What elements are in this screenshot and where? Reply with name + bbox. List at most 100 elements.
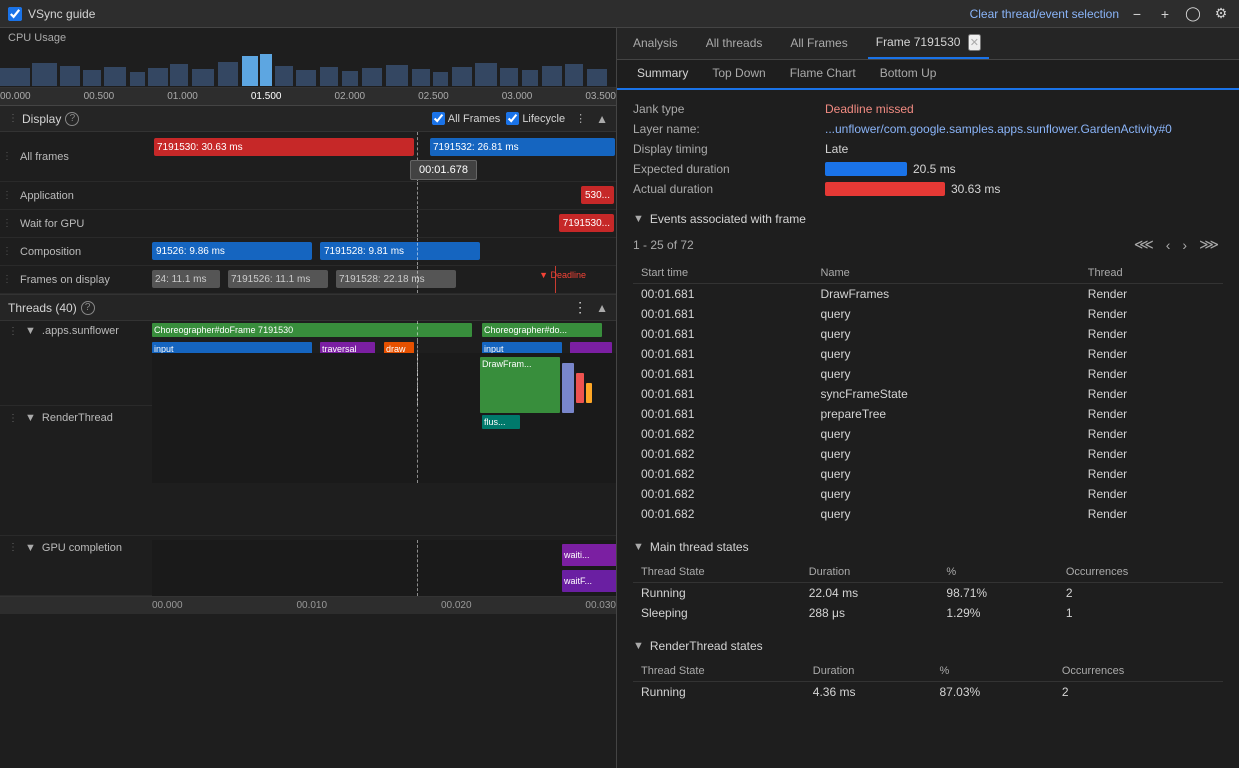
tab-close-button[interactable]: ✕ bbox=[968, 34, 981, 51]
all-frames-checkbox[interactable] bbox=[432, 112, 445, 125]
waiti-bar[interactable]: waiti... bbox=[562, 544, 616, 566]
subtab-summary[interactable]: Summary bbox=[625, 60, 700, 90]
collapse-display-button[interactable]: ▲ bbox=[596, 112, 608, 126]
sunflower-name: .apps.sunflower bbox=[42, 325, 119, 337]
actual-duration-bar bbox=[825, 182, 945, 196]
colored-bar-1[interactable] bbox=[562, 363, 574, 413]
render-state-pct: 87.03% bbox=[931, 682, 1053, 703]
display-title: Display ? bbox=[22, 112, 79, 126]
first-page-button[interactable]: ⋘ bbox=[1130, 234, 1158, 255]
state-pct: 1.29% bbox=[938, 603, 1057, 623]
main-states-toggle[interactable]: ▼ bbox=[633, 541, 644, 553]
colored-bar-2[interactable] bbox=[576, 373, 584, 403]
gpu-header: ⋮ ▼ GPU completion waiti... waitF... bbox=[0, 536, 616, 596]
flush-bar[interactable]: flus... bbox=[482, 415, 520, 429]
display-section: ⋮ Display ? All Frames Lifecycle ⋮ ▲ bbox=[0, 106, 616, 295]
frames-display-content[interactable]: 24: 11.1 ms 7191526: 11.1 ms 7191528: 22… bbox=[152, 266, 616, 293]
threads-menu-button[interactable]: ⋮ bbox=[570, 298, 590, 318]
event-row[interactable]: 00:01.681syncFrameStateRender bbox=[633, 384, 1223, 404]
event-thread: Render bbox=[1080, 284, 1223, 305]
chore-bar-2[interactable]: Choreographer#do... bbox=[482, 323, 602, 337]
subtab-bottomup[interactable]: Bottom Up bbox=[868, 60, 949, 90]
event-thread: Render bbox=[1080, 324, 1223, 344]
event-name: DrawFrames bbox=[812, 284, 1079, 305]
event-name: query bbox=[812, 344, 1079, 364]
render-states-table: Thread State Duration % Occurrences Runn… bbox=[633, 661, 1223, 702]
wait-gpu-label: ⋮ Wait for GPU bbox=[0, 218, 152, 230]
tab-all-threads[interactable]: All threads bbox=[698, 30, 771, 58]
subtab-flamechart[interactable]: Flame Chart bbox=[778, 60, 868, 90]
colored-bar-3[interactable] bbox=[586, 383, 592, 403]
event-row[interactable]: 00:01.681queryRender bbox=[633, 324, 1223, 344]
wait-gpu-content[interactable]: 7191530... bbox=[152, 210, 616, 237]
tab-analysis[interactable]: Analysis bbox=[625, 30, 686, 58]
render-content[interactable]: DrawFram... flus... bbox=[152, 353, 616, 483]
all-frames-content[interactable]: 7191530: 30.63 ms 7191532: 26.81 ms 00:0… bbox=[152, 132, 616, 181]
expected-duration-container: 20.5 ms bbox=[825, 162, 1223, 176]
event-row[interactable]: 00:01.681queryRender bbox=[633, 344, 1223, 364]
lifecycle-checkbox[interactable] bbox=[506, 112, 519, 125]
event-row[interactable]: 00:01.681DrawFramesRender bbox=[633, 284, 1223, 305]
fd-bar-2[interactable]: 7191526: 11.1 ms bbox=[228, 270, 328, 288]
frame-bar-red[interactable]: 7191530: 30.63 ms bbox=[154, 138, 414, 156]
last-page-button[interactable]: ⋙ bbox=[1195, 234, 1223, 255]
threads-help-icon[interactable]: ? bbox=[81, 301, 95, 315]
sunflower-content[interactable]: Choreographer#doFrame 7191530 Choreograp… bbox=[152, 321, 616, 341]
event-row[interactable]: 00:01.681prepareTreeRender bbox=[633, 404, 1223, 424]
layer-name-value: ...unflower/com.google.samples.apps.sunf… bbox=[825, 122, 1223, 136]
wait-gpu-bar[interactable]: 7191530... bbox=[559, 214, 614, 232]
application-content[interactable]: 530... bbox=[152, 182, 616, 209]
top-bar-right: Clear thread/event selection − + ◯ ⚙ bbox=[970, 4, 1231, 24]
event-row[interactable]: 00:01.681queryRender bbox=[633, 364, 1223, 384]
fd-bar-3[interactable]: 7191528: 22.18 ms bbox=[336, 270, 456, 288]
cursor-line-sf bbox=[417, 321, 418, 341]
app-bar[interactable]: 530... bbox=[581, 186, 614, 204]
display-controls: All Frames Lifecycle ⋮ ▲ bbox=[432, 112, 608, 126]
drawframe-bar[interactable]: DrawFram... bbox=[480, 357, 560, 413]
fd-bar-1[interactable]: 24: 11.1 ms bbox=[152, 270, 220, 288]
drag-handle[interactable]: ⋮ bbox=[8, 113, 18, 124]
vsync-checkbox[interactable] bbox=[8, 7, 22, 21]
minimize-icon[interactable]: − bbox=[1127, 4, 1147, 24]
event-row[interactable]: 00:01.682queryRender bbox=[633, 484, 1223, 504]
prev-page-button[interactable]: ‹ bbox=[1162, 234, 1175, 255]
composition-content[interactable]: 91526: 9.86 ms 7191528: 9.81 ms bbox=[152, 238, 616, 265]
lifecycle-menu-button[interactable]: ⋮ bbox=[571, 112, 590, 125]
col-start-time: Start time bbox=[633, 263, 812, 284]
event-name: query bbox=[812, 424, 1079, 444]
render-states-toggle[interactable]: ▼ bbox=[633, 640, 644, 652]
event-row[interactable]: 00:01.682queryRender bbox=[633, 464, 1223, 484]
gpu-label[interactable]: ⋮ ▼ GPU completion bbox=[0, 540, 152, 554]
render-col-state: Thread State bbox=[633, 661, 805, 682]
render-states-header: ▼ RenderThread states bbox=[633, 639, 1223, 653]
render-label[interactable]: ⋮ ▼ RenderThread bbox=[0, 412, 152, 424]
frame-bar-blue[interactable]: 7191532: 26.81 ms bbox=[430, 138, 615, 156]
event-row[interactable]: 00:01.682queryRender bbox=[633, 444, 1223, 464]
ruler-labels: 00.000 00.500 01.000 01.500 02.000 02.50… bbox=[0, 91, 616, 102]
frames-display-row: ⋮ Frames on display 24: 11.1 ms 7191526:… bbox=[0, 266, 616, 294]
sunflower-label[interactable]: ⋮ ▼ .apps.sunflower bbox=[0, 325, 152, 337]
subtab-topdown[interactable]: Top Down bbox=[700, 60, 777, 90]
event-thread: Render bbox=[1080, 304, 1223, 324]
main-col-duration: Duration bbox=[801, 562, 939, 583]
circle-icon[interactable]: ◯ bbox=[1183, 4, 1203, 24]
gpu-content[interactable]: waiti... waitF... bbox=[152, 540, 616, 596]
event-row[interactable]: 00:01.682queryRender bbox=[633, 424, 1223, 444]
chore-bar-1[interactable]: Choreographer#doFrame 7191530 bbox=[152, 323, 472, 337]
ruler-label-0: 00.000 bbox=[0, 91, 31, 102]
tab-all-frames[interactable]: All Frames bbox=[782, 30, 855, 58]
collapse-threads-button[interactable]: ▲ bbox=[596, 298, 608, 318]
clear-selection-button[interactable]: Clear thread/event selection bbox=[970, 7, 1119, 21]
comp-bar-1[interactable]: 91526: 9.86 ms bbox=[152, 242, 312, 260]
comp-bar-2[interactable]: 7191528: 9.81 ms bbox=[320, 242, 480, 260]
event-row[interactable]: 00:01.681queryRender bbox=[633, 304, 1223, 324]
event-row[interactable]: 00:01.682queryRender bbox=[633, 504, 1223, 524]
add-icon[interactable]: + bbox=[1155, 4, 1175, 24]
tab-frame[interactable]: Frame 7191530 ✕ bbox=[868, 28, 989, 59]
waitf-bar[interactable]: waitF... bbox=[562, 570, 616, 592]
next-page-button[interactable]: › bbox=[1178, 234, 1191, 255]
events-toggle[interactable]: ▼ bbox=[633, 213, 644, 225]
settings-icon[interactable]: ⚙ bbox=[1211, 4, 1231, 24]
help-icon[interactable]: ? bbox=[65, 112, 79, 126]
cursor-line-app bbox=[417, 182, 418, 209]
